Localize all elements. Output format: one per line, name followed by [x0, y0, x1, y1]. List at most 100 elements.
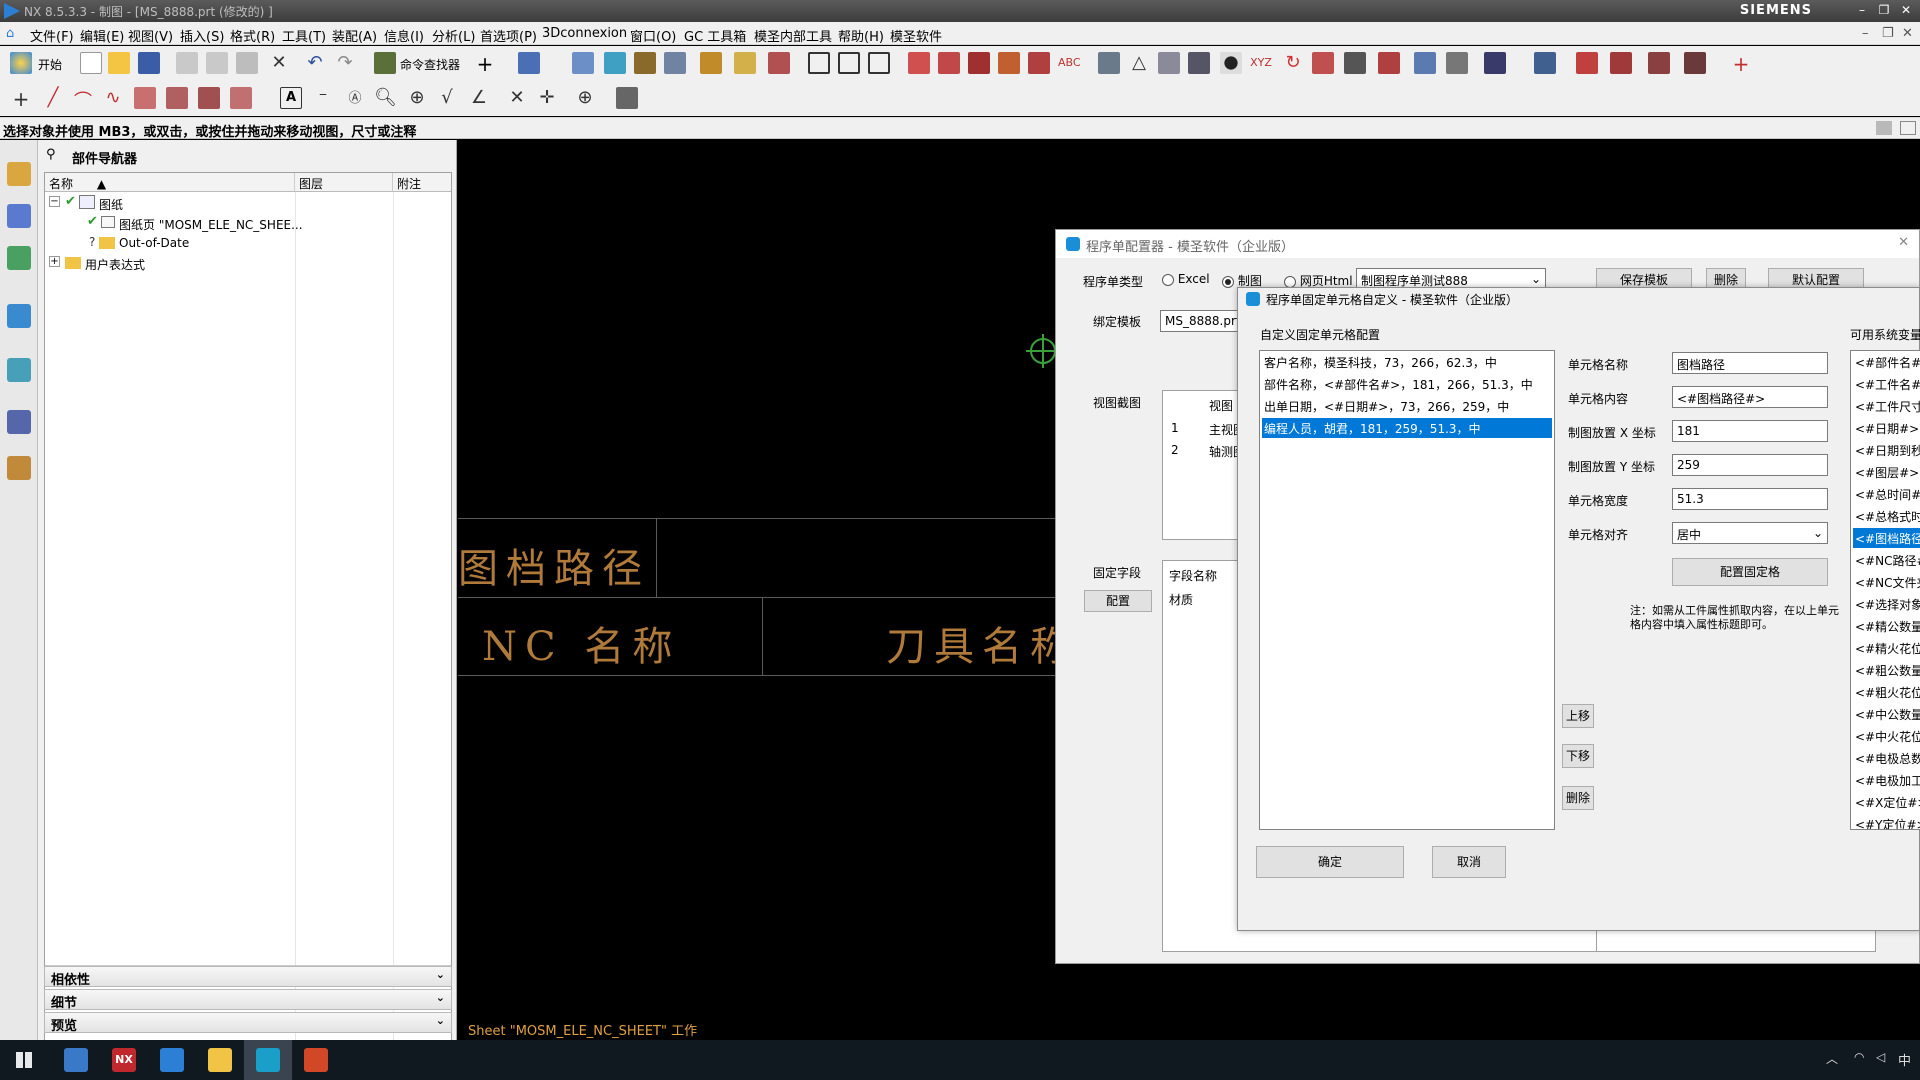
- history-icon[interactable]: [7, 410, 31, 434]
- command-finder-button[interactable]: 命令查找器: [400, 56, 460, 73]
- update-view-icon[interactable]: [768, 52, 790, 74]
- cell-name-field[interactable]: 图档路径: [1672, 352, 1828, 374]
- doc-close-icon[interactable]: ✕: [1902, 26, 1913, 41]
- cut-icon[interactable]: [176, 52, 198, 74]
- search-icon[interactable]: [1610, 52, 1632, 74]
- tree-node-sheet[interactable]: ✔ 图纸页 "MOSM_ELE_NC_SHEE...: [47, 214, 447, 234]
- fullscreen-icon[interactable]: [1900, 121, 1916, 135]
- undo-icon[interactable]: ↶: [304, 52, 326, 74]
- variable-item[interactable]: <#NC路径#>: [1853, 550, 1920, 570]
- reuse-library-icon[interactable]: [7, 304, 31, 328]
- list-item[interactable]: 出单日期，<#日期#>，73，266，259，中: [1262, 396, 1552, 416]
- sheet-icon[interactable]: [572, 52, 594, 74]
- variable-item[interactable]: <#电极总数: [1853, 748, 1920, 768]
- variable-item[interactable]: <#日期#>: [1853, 418, 1920, 438]
- pin-icon[interactable]: ⚲: [46, 147, 56, 162]
- expand-icon[interactable]: +: [49, 256, 60, 267]
- start-button[interactable]: 开始: [38, 56, 62, 73]
- base-view-icon[interactable]: [808, 52, 830, 74]
- taskbar-app[interactable]: [52, 1040, 100, 1080]
- underline-icon[interactable]: ⎯: [312, 87, 334, 109]
- field-row[interactable]: 材质: [1169, 591, 1193, 608]
- roles-icon[interactable]: [7, 456, 31, 480]
- layer-icon[interactable]: [604, 52, 626, 74]
- variable-item-selected[interactable]: <#图档路径: [1853, 528, 1920, 548]
- arc-length-icon[interactable]: [1028, 52, 1050, 74]
- copy-icon[interactable]: [206, 52, 228, 74]
- variable-item[interactable]: <#X定位#>: [1853, 792, 1920, 812]
- open-folder-icon[interactable]: [108, 52, 130, 74]
- zoom-in-icon[interactable]: ⊕: [406, 87, 428, 109]
- x-coord-field[interactable]: 181: [1672, 420, 1828, 442]
- panel-icon[interactable]: [1876, 121, 1892, 135]
- fillet-icon[interactable]: [230, 87, 252, 109]
- variable-item[interactable]: <#电极加工: [1853, 770, 1920, 790]
- variable-item[interactable]: <#日期到秒: [1853, 440, 1920, 460]
- config-cell-button[interactable]: 配置固定格: [1672, 558, 1828, 586]
- arc-icon[interactable]: ⌒: [72, 87, 94, 112]
- surface-finish-icon[interactable]: [1098, 52, 1120, 74]
- delete-item-button[interactable]: 删除: [1562, 786, 1594, 810]
- column-name[interactable]: 名称 ▲: [45, 173, 295, 192]
- restore-icon[interactable]: ❐: [1874, 2, 1894, 19]
- abc-note-icon[interactable]: ABC: [1058, 52, 1081, 74]
- variable-item[interactable]: <#粗公数量: [1853, 660, 1920, 680]
- variable-item[interactable]: <#选择对象: [1853, 594, 1920, 614]
- cross-icon[interactable]: ✕: [506, 87, 528, 109]
- image-icon[interactable]: [1344, 52, 1366, 74]
- offset-icon[interactable]: [166, 87, 188, 109]
- select-icon[interactable]: [518, 52, 540, 74]
- cell-content-field[interactable]: <#图档路径#>: [1672, 386, 1828, 408]
- check-icon[interactable]: √: [436, 87, 458, 109]
- zoom-icon[interactable]: 🔍︎: [374, 87, 397, 109]
- spline-icon[interactable]: ∿: [102, 87, 124, 109]
- menu-format[interactable]: 格式(R): [230, 26, 275, 45]
- menu-assembly[interactable]: 装配(A): [332, 26, 377, 45]
- crosshatch-icon[interactable]: [1312, 52, 1334, 74]
- menu-info[interactable]: 信息(I): [384, 26, 424, 45]
- point-icon[interactable]: +: [10, 87, 32, 111]
- datum-icon[interactable]: [1158, 52, 1180, 74]
- web-browser-icon[interactable]: [7, 358, 31, 382]
- table-icon[interactable]: [634, 52, 656, 74]
- menu-mosheng-internal[interactable]: 模圣内部工具: [754, 26, 832, 45]
- triangle-icon[interactable]: △: [1128, 52, 1150, 74]
- crosshair-icon[interactable]: +: [1730, 52, 1752, 76]
- variable-item[interactable]: <#总格式时: [1853, 506, 1920, 526]
- details-panel[interactable]: 细节 ⌄: [44, 989, 452, 1011]
- dimension-icon[interactable]: [908, 52, 930, 74]
- new-file-icon[interactable]: [80, 52, 102, 74]
- projected-view-icon[interactable]: [838, 52, 860, 74]
- parts-list-icon[interactable]: [700, 52, 722, 74]
- assembly-navigator-icon[interactable]: [7, 162, 31, 186]
- menu-mosheng-software[interactable]: 模圣软件: [890, 26, 942, 45]
- menu-3dconnexion[interactable]: 3Dconnexion: [542, 26, 627, 41]
- ok-button[interactable]: 确定: [1256, 846, 1404, 878]
- variable-item[interactable]: <#NC文件夹: [1853, 572, 1920, 592]
- centermark-icon[interactable]: ⊕: [574, 87, 596, 109]
- shape-icon[interactable]: [134, 87, 156, 109]
- volume-icon[interactable]: ◁: [1876, 1050, 1885, 1064]
- list-item-selected[interactable]: 编程人员，胡君，181，259，51.3，中: [1262, 418, 1552, 438]
- delete-icon[interactable]: ✕: [268, 52, 290, 74]
- settings-gear-icon[interactable]: [1446, 52, 1468, 74]
- constraint-navigator-icon[interactable]: [7, 204, 31, 228]
- menu-file[interactable]: 文件(F): [30, 26, 74, 45]
- close-icon[interactable]: ✕: [1898, 235, 1909, 250]
- tree-node-out-of-date[interactable]: ? Out-of-Date: [47, 234, 447, 254]
- collapse-icon[interactable]: −: [49, 196, 60, 207]
- taskbar-powerpoint[interactable]: [292, 1040, 340, 1080]
- variable-item[interactable]: <#工件名#>: [1853, 374, 1920, 394]
- tray-chevron-icon[interactable]: ︿: [1826, 1050, 1838, 1067]
- trim-icon[interactable]: [198, 87, 220, 109]
- ordinate-icon[interactable]: [998, 52, 1020, 74]
- menu-gc-toolbox[interactable]: GC 工具箱: [684, 26, 746, 45]
- chamfer-dimension-icon[interactable]: [938, 52, 960, 74]
- column-layer[interactable]: 图层: [295, 173, 393, 192]
- symbol-icon[interactable]: [1414, 52, 1436, 74]
- menu-view[interactable]: 视图(V): [128, 26, 173, 45]
- taskbar-mosheng[interactable]: [244, 1040, 292, 1080]
- minimize-icon[interactable]: –: [1852, 2, 1872, 19]
- variable-item[interactable]: <#精公数量: [1853, 616, 1920, 636]
- grid-icon[interactable]: [664, 52, 686, 74]
